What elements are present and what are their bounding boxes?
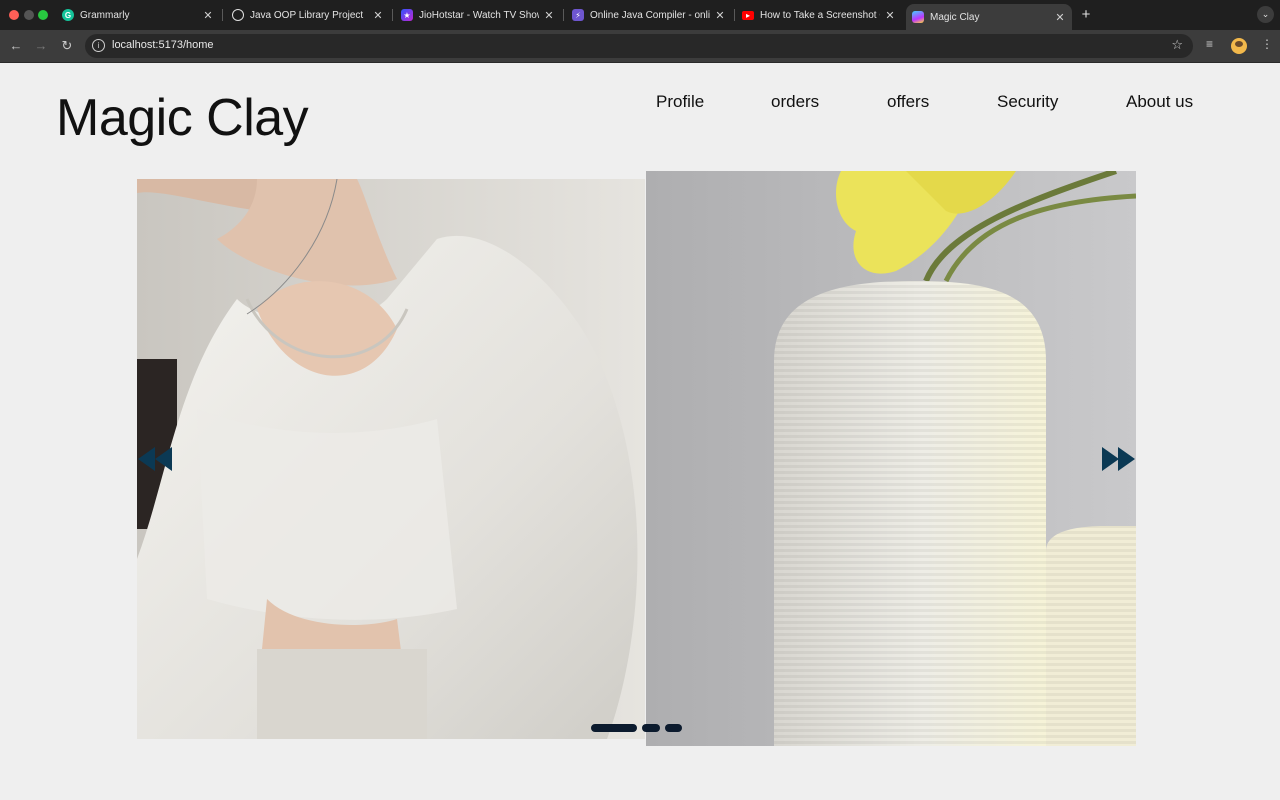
- close-icon[interactable]: ✕: [543, 9, 555, 22]
- tab-separator: [563, 9, 564, 21]
- browser-tab-bar: G Grammarly ✕ Java OOP Library Project ✕…: [0, 0, 1280, 30]
- toolbar-divider: [0, 62, 1280, 63]
- reading-list-icon[interactable]: ≡: [1206, 37, 1213, 51]
- carousel-dot-1[interactable]: [591, 724, 637, 732]
- close-icon[interactable]: ✕: [372, 9, 384, 22]
- tab-title: Magic Clay: [930, 11, 980, 23]
- url-text[interactable]: localhost:5173/home: [112, 39, 214, 51]
- close-icon[interactable]: ✕: [714, 9, 726, 22]
- jiohotstar-icon: ★: [401, 9, 413, 21]
- nav-security[interactable]: Security: [997, 92, 1058, 112]
- nav-about-us[interactable]: About us: [1126, 92, 1193, 112]
- window-close-button[interactable]: [9, 10, 19, 20]
- carousel-dot-2[interactable]: [642, 724, 660, 732]
- site-info-icon[interactable]: i: [92, 39, 105, 52]
- close-icon[interactable]: ✕: [202, 9, 214, 22]
- forward-arrow-icon[interactable]: →: [33, 38, 49, 53]
- carousel-slide-vase: [646, 171, 1136, 746]
- profile-avatar[interactable]: [1231, 38, 1247, 54]
- next-slide-arrow-icon[interactable]: [1100, 445, 1136, 473]
- browser-tab-jiohotstar[interactable]: ★ JioHotstar - Watch TV Shows ✕: [395, 4, 561, 26]
- nav-orders[interactable]: orders: [771, 92, 819, 112]
- bookmark-star-icon[interactable]: ☆: [1171, 37, 1183, 53]
- tab-separator: [734, 9, 735, 21]
- youtube-icon: ▸: [742, 10, 754, 20]
- close-icon[interactable]: ✕: [1054, 11, 1066, 24]
- browser-tab-java-oop[interactable]: Java OOP Library Project ✕: [226, 4, 390, 26]
- woman-white-blouse-photo: [137, 179, 645, 739]
- brand-logo[interactable]: Magic Clay: [56, 88, 309, 148]
- carousel-dot-3[interactable]: [665, 724, 682, 732]
- back-arrow-icon[interactable]: ←: [8, 38, 24, 53]
- window-zoom-button[interactable]: [38, 10, 48, 20]
- white-ribbed-vase-photo: [646, 171, 1136, 746]
- tab-title: How to Take a Screenshot On: [760, 9, 880, 21]
- previous-slide-arrow-icon[interactable]: [138, 445, 172, 473]
- bolt-icon: ⚡: [572, 9, 584, 21]
- nav-profile[interactable]: Profile: [656, 92, 704, 112]
- browser-tab-grammarly[interactable]: G Grammarly ✕: [56, 4, 220, 26]
- browser-tab-youtube[interactable]: ▸ How to Take a Screenshot On ✕: [736, 4, 902, 26]
- tab-title: Online Java Compiler - online: [590, 9, 710, 21]
- address-bar[interactable]: i localhost:5173/home ☆: [85, 34, 1193, 58]
- window-minimize-button[interactable]: [24, 10, 34, 20]
- more-menu-icon[interactable]: ⋮: [1261, 37, 1273, 51]
- tab-title: Java OOP Library Project: [250, 9, 364, 21]
- browser-toolbar: ← → ↻ i localhost:5173/home ☆ ≡ ⋮: [0, 30, 1280, 62]
- reload-icon[interactable]: ↻: [59, 38, 75, 54]
- vite-icon: [912, 11, 924, 23]
- new-tab-icon[interactable]: +: [1079, 6, 1093, 23]
- chevron-down-icon[interactable]: ⌄: [1257, 6, 1274, 23]
- tab-title: Grammarly: [80, 9, 130, 21]
- nav-offers[interactable]: offers: [887, 92, 929, 112]
- tab-separator: [222, 9, 223, 21]
- close-icon[interactable]: ✕: [884, 9, 896, 22]
- tab-separator: [392, 9, 393, 21]
- browser-tab-magic-clay[interactable]: Magic Clay ✕: [906, 4, 1072, 30]
- openai-icon: [232, 9, 244, 21]
- carousel-slide-blouse: [137, 179, 645, 739]
- browser-tab-java-compiler[interactable]: ⚡ Online Java Compiler - online ✕: [566, 4, 732, 26]
- tab-title: JioHotstar - Watch TV Shows: [419, 9, 539, 21]
- grammarly-icon: G: [62, 9, 74, 21]
